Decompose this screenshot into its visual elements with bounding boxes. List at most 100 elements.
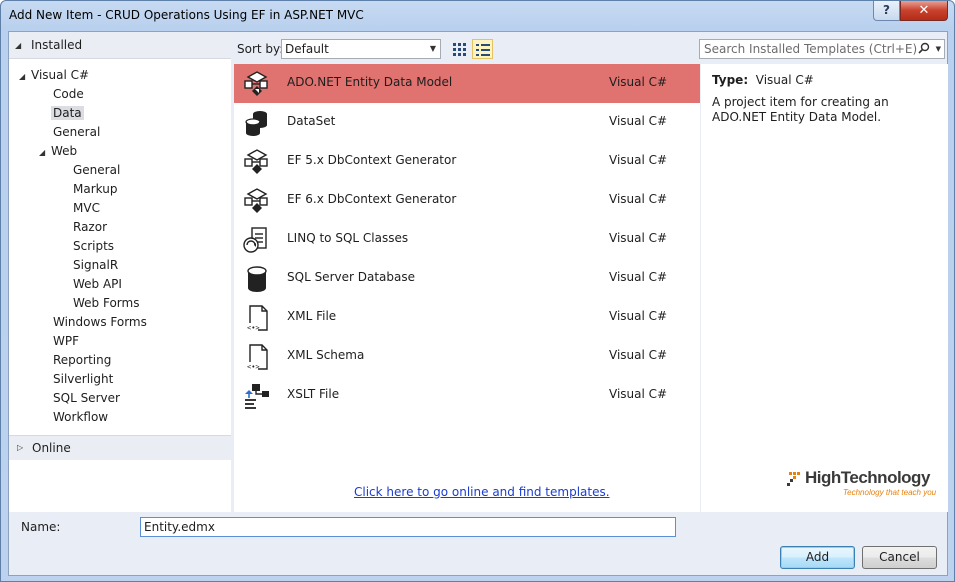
tree-item[interactable]: WPF xyxy=(39,332,79,350)
small-icons-view-button[interactable] xyxy=(449,39,470,59)
tree-item-label: Web API xyxy=(73,277,122,291)
sort-by-label: Sort by: xyxy=(237,42,284,56)
template-name: ADO.NET Entity Data Model xyxy=(287,75,453,89)
template-language: Visual C# xyxy=(609,270,668,284)
template-name: EF 5.x DbContext Generator xyxy=(287,153,457,167)
tree-item[interactable]: Code xyxy=(39,85,84,103)
template-item[interactable]: EF 6.x DbContext Generator Visual C# xyxy=(234,181,700,220)
tree-item[interactable]: General xyxy=(39,123,100,141)
tree-item[interactable]: Razor xyxy=(59,218,107,236)
tree-item-label: Code xyxy=(53,87,84,101)
close-button[interactable]: ✕ xyxy=(900,1,948,21)
search-dropdown-icon[interactable]: ▼ xyxy=(936,40,941,58)
tree-item-label: MVC xyxy=(73,201,100,215)
xml-file-icon: <•> xyxy=(246,305,268,332)
list-view-button[interactable] xyxy=(472,39,493,59)
search-templates-input[interactable]: Search Installed Templates (Ctrl+E) ▼ xyxy=(699,39,945,59)
tree-item-label: Web xyxy=(51,144,78,158)
template-language: Visual C# xyxy=(609,387,668,401)
add-new-item-dialog: Add New Item - CRUD Operations Using EF … xyxy=(0,0,955,582)
tree-item-label: Scripts xyxy=(73,239,115,253)
tree-item-label: Workflow xyxy=(53,410,109,424)
help-button[interactable]: ? xyxy=(873,1,900,21)
tree-item[interactable]: Data xyxy=(39,104,84,122)
template-item[interactable]: DataSet Visual C# xyxy=(234,103,700,142)
tree-item[interactable]: SignalR xyxy=(59,256,118,274)
tree-item-label: SignalR xyxy=(73,258,119,272)
tree-item-label: Razor xyxy=(73,220,108,234)
brand-tagline: Technology that teach you xyxy=(843,488,937,497)
expand-triangle-icon[interactable]: ◢ xyxy=(15,41,27,50)
dataset-icon xyxy=(245,111,267,136)
template-item[interactable]: SQL Server Database Visual C# xyxy=(234,259,700,298)
tree-item-label: Web Forms xyxy=(73,296,140,310)
item-name-input[interactable]: Entity.edmx xyxy=(140,517,676,537)
template-name: XML File xyxy=(287,309,337,323)
tree-item-label: General xyxy=(53,125,101,139)
template-item[interactable]: <•> XML Schema Visual C# xyxy=(234,337,700,376)
list-view-icon xyxy=(476,43,490,57)
type-label: Type: xyxy=(712,73,749,87)
template-description: A project item for creating an ADO.NET E… xyxy=(712,95,889,124)
template-item[interactable]: ADO.NET Entity Data Model Visual C# xyxy=(234,64,700,103)
tree-item[interactable]: General xyxy=(59,161,120,179)
tree-item[interactable]: Web API xyxy=(59,275,122,293)
online-label: Online xyxy=(32,441,71,455)
template-language: Visual C# xyxy=(609,114,668,128)
tree-item[interactable]: Silverlight xyxy=(39,370,113,388)
expand-triangle-icon[interactable]: ◢ xyxy=(19,68,31,86)
tree-item[interactable]: Workflow xyxy=(39,408,108,426)
template-item[interactable]: LINQ to SQL Classes Visual C# xyxy=(234,220,700,259)
search-placeholder: Search Installed Templates (Ctrl+E) xyxy=(704,42,918,56)
tree-item[interactable]: Scripts xyxy=(59,237,114,255)
tree-item[interactable]: Web Forms xyxy=(59,294,139,312)
template-name: LINQ to SQL Classes xyxy=(287,231,409,245)
linq-to-sql-icon xyxy=(243,227,267,253)
template-details-panel: Type: Visual C# A project item for creat… xyxy=(701,64,948,512)
template-language: Visual C# xyxy=(609,348,668,362)
tree-item[interactable]: MVC xyxy=(59,199,100,217)
tree-item[interactable]: SQL Server xyxy=(39,389,120,407)
grid-view-icon xyxy=(453,43,467,57)
online-section-header[interactable]: ▷ Online xyxy=(9,435,231,460)
installed-section-header[interactable]: ◢ Installed xyxy=(9,32,231,59)
tree-item-label: Visual C# xyxy=(31,68,90,82)
template-name: XSLT File xyxy=(287,387,340,401)
xml-schema-icon: <•> xyxy=(246,344,268,371)
tree-item-label: WPF xyxy=(53,334,80,348)
add-button[interactable]: Add xyxy=(780,546,855,569)
template-toolbar: Sort by: Default ▼ Search Installed Temp… xyxy=(231,32,949,64)
template-item[interactable]: XSLT File Visual C# xyxy=(234,376,700,415)
tree-item-label: Markup xyxy=(73,182,118,196)
tree-item[interactable]: Markup xyxy=(59,180,117,198)
template-list: ADO.NET Entity Data Model Visual C# DataSe… xyxy=(234,64,700,512)
svg-text:<•>: <•> xyxy=(247,324,260,332)
installed-label: Installed xyxy=(31,38,83,52)
type-value: Visual C# xyxy=(755,73,814,87)
tree-item-label: General xyxy=(73,163,121,177)
template-type: Type: Visual C# xyxy=(712,73,814,87)
tree-item[interactable]: ◢ Visual C# xyxy=(19,66,89,84)
expand-triangle-icon[interactable]: ◢ xyxy=(39,144,51,162)
svg-text:<•>: <•> xyxy=(247,363,260,371)
template-name: DataSet xyxy=(287,114,336,128)
find-online-templates-link[interactable]: Click here to go online and find templat… xyxy=(354,485,610,499)
item-name-value: Entity.edmx xyxy=(144,520,215,534)
sort-by-select[interactable]: Default ▼ xyxy=(281,39,441,59)
title-bar[interactable]: Add New Item - CRUD Operations Using EF … xyxy=(1,1,954,31)
hightechnology-logo-icon xyxy=(787,472,800,486)
tree-item[interactable]: ◢ Web xyxy=(39,142,77,160)
cancel-button[interactable]: Cancel xyxy=(862,546,937,569)
template-item[interactable]: <•> XML File Visual C# xyxy=(234,298,700,337)
template-item[interactable]: EF 5.x DbContext Generator Visual C# xyxy=(234,142,700,181)
window-title: Add New Item - CRUD Operations Using EF … xyxy=(9,8,364,22)
tree-item-label: Silverlight xyxy=(53,372,114,386)
template-name: XML Schema xyxy=(287,348,365,362)
collapsed-triangle-icon[interactable]: ▷ xyxy=(17,443,29,452)
template-language: Visual C# xyxy=(609,153,668,167)
ef-generator-icon xyxy=(244,188,268,213)
search-icon[interactable] xyxy=(918,42,930,54)
template-language: Visual C# xyxy=(609,231,668,245)
tree-item[interactable]: Reporting xyxy=(39,351,111,369)
tree-item[interactable]: Windows Forms xyxy=(39,313,147,331)
